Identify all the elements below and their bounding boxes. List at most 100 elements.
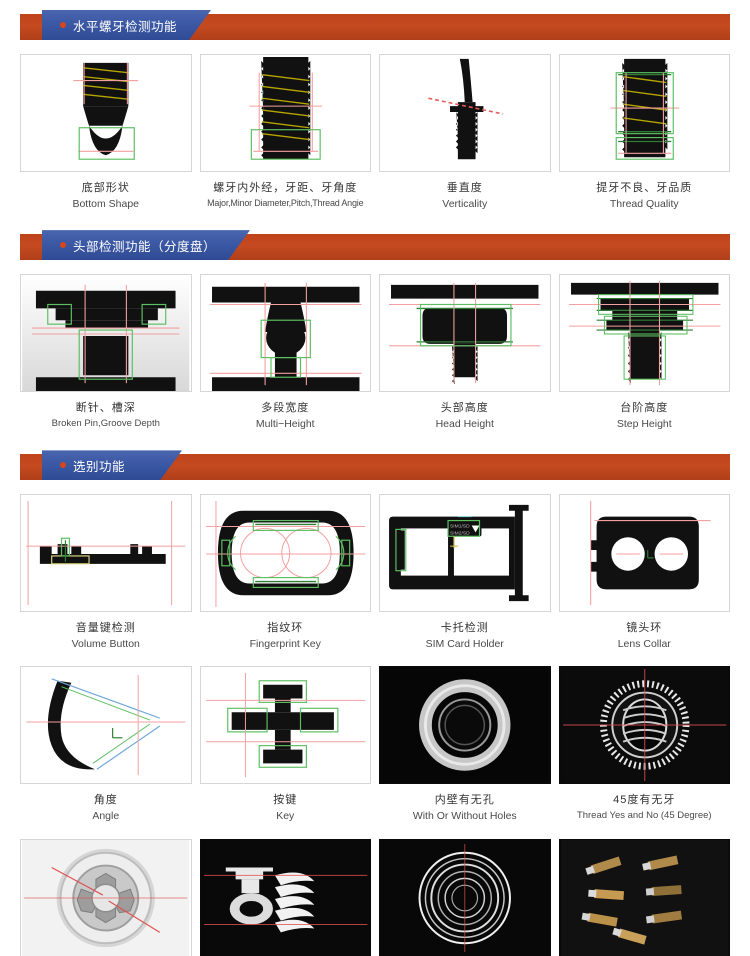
caption-cn: 内壁有无孔 (434, 794, 495, 807)
caption-cn: 垂直度 (446, 182, 483, 194)
caption-en: Lens Collar (617, 638, 671, 651)
thumbnail-volume-button (20, 494, 192, 613)
thumbnail-bottom-shape (20, 54, 192, 172)
art-screw-bottom (73, 62, 139, 160)
spacer-after-header-2 (0, 260, 750, 274)
art-key-part (205, 673, 365, 778)
art-fingerprint-ring (205, 501, 365, 608)
cell-thread-major-minor[interactable]: 螺牙内外经，牙距、牙角度 Major,Minor Diameter,Pitch,… (199, 54, 371, 212)
caption-en: Fingerprint Key (249, 638, 321, 651)
bullet-dot-icon (60, 22, 66, 28)
cell-fingerprint-key[interactable]: 指纹环 Fingerprint Key (199, 494, 372, 652)
section-2-row-1: 断针、槽深 Broken Pin,Groove Depth 多段宽度 Multi… (20, 274, 730, 432)
caption-head-height: 头部高度 Head Height (379, 392, 551, 432)
art-step-height (568, 281, 720, 386)
art-lens-collar (589, 501, 711, 606)
thumbnail-step-height (558, 274, 730, 393)
cell-internal-thread-360[interactable]: 360° 内螺纹牙伤 360 Degree Internal Thread In… (379, 838, 551, 956)
caption-en: Step Height (616, 418, 672, 431)
bullet-dot-icon (60, 462, 66, 468)
spacer-after-header-1 (0, 40, 750, 54)
art-nail-verticality (428, 58, 504, 160)
catalog-page: 水平螺牙检测功能 底部形状 Bottom Shape 螺牙内外经，牙距、牙角度 … (0, 0, 750, 956)
cell-thread-quality[interactable]: 提牙不良、牙品质 Thread Quality (558, 54, 730, 212)
caption-verticality: 垂直度 Verticality (379, 172, 551, 212)
art-screw-quality (609, 58, 679, 160)
spacer-section-3-row-2 (0, 652, 750, 666)
caption-multi-height: 多段宽度 Multi−Height (200, 392, 372, 432)
thumbnail-key (199, 666, 371, 785)
cell-broken-pin[interactable]: 断针、槽深 Broken Pin,Groove Depth (20, 274, 192, 432)
section-1-row-1: 底部形状 Bottom Shape 螺牙内外经，牙距、牙角度 Major,Min… (20, 54, 730, 212)
caption-lens-collar: 镜头环 Lens Collar (559, 612, 731, 652)
caption-cn: 螺牙内外经，牙距、牙角度 (213, 182, 358, 194)
spacer-after-header-3 (0, 480, 750, 494)
cell-color-recognition[interactable]: 颜色识别 Color Recognition (558, 838, 730, 956)
caption-en: Thread Quality (609, 197, 679, 210)
art-thread-injury-360 (201, 839, 369, 956)
thumbnail-internal-thread-360 (379, 838, 551, 956)
caption-cn: 卡托检测 (440, 622, 489, 635)
caption-broken-pin: 断针、槽深 Broken Pin,Groove Depth (20, 392, 192, 431)
art-color-recognition (560, 839, 728, 956)
art-multi-height (209, 283, 361, 392)
caption-cn: 按键 (273, 794, 298, 807)
thumbnail-verticality (379, 54, 551, 172)
caption-bottom-shape: 底部形状 Bottom Shape (20, 172, 192, 212)
section-tab-2: 头部检测功能（分度盘） (42, 230, 250, 260)
section-header-head-inspection: 头部检测功能（分度盘） (20, 234, 730, 261)
caption-en: Head Height (435, 418, 494, 431)
cell-inner-holes[interactable]: 内壁有无孔 With Or Without Holes (379, 666, 551, 824)
cell-thread-45[interactable]: 45度有无牙 Thread Yes and No (45 Degree) (558, 666, 731, 824)
caption-fingerprint-key: 指纹环 Fingerprint Key (200, 612, 372, 652)
art-sim-tray: SIM1/SD SIM2/SD (389, 505, 529, 602)
cell-sim-card-holder[interactable]: SIM1/SD SIM2/SD 卡托检测 SIM Card Holder (379, 494, 551, 652)
caption-volume-button: 音量键检测 Volume Button (20, 612, 192, 652)
section-3-row-1: 音量键检测 Volume Button 指纹环 Fingerprint Key … (20, 494, 730, 652)
thumbnail-angle (20, 666, 192, 785)
caption-sim-card-holder: 卡托检测 SIM Card Holder (379, 612, 551, 652)
art-broken-pin (22, 275, 190, 392)
thumbnail-thread-45 (558, 666, 730, 785)
cell-step-height[interactable]: 台阶高度 Step Height (558, 274, 731, 432)
thumbnail-head-crack (20, 838, 192, 956)
section-header-horizontal-thread-inspection: 水平螺牙检测功能 (20, 14, 730, 40)
cell-lens-collar[interactable]: 镜头环 Lens Collar (558, 494, 731, 652)
caption-thread-45: 45度有无牙 Thread Yes and No (45 Degree) (559, 784, 731, 823)
cell-multi-height[interactable]: 多段宽度 Multi−Height (199, 274, 372, 432)
cell-head-crack[interactable]: 头部裂痕 Head Crack (20, 838, 192, 956)
thumbnail-sim-card-holder: SIM1/SD SIM2/SD (379, 494, 551, 613)
thumbnail-thread-injury-360 (199, 838, 371, 956)
caption-en: Angle (92, 810, 120, 823)
caption-key: 按键 Key (200, 784, 372, 824)
art-head-crack (22, 839, 190, 956)
cell-angle[interactable]: 角度 Angle (20, 666, 192, 824)
art-head-height (389, 283, 541, 385)
thumbnail-lens-collar (558, 494, 730, 613)
caption-angle: 角度 Angle (20, 784, 192, 824)
caption-step-height: 台阶高度 Step Height (559, 392, 731, 432)
cell-volume-button[interactable]: 音量键检测 Volume Button (20, 494, 192, 652)
cell-key[interactable]: 按键 Key (199, 666, 372, 824)
caption-cn: 头部高度 (440, 402, 489, 415)
caption-inner-holes: 内壁有无孔 With Or Without Holes (379, 784, 551, 824)
caption-cn: 指纹环 (267, 622, 304, 635)
cell-head-height[interactable]: 头部高度 Head Height (379, 274, 551, 432)
caption-en: Bottom Shape (72, 197, 140, 210)
thumbnail-thread-quality (558, 54, 730, 172)
art-inner-hole-ring (381, 667, 549, 784)
section-tab-1: 水平螺牙检测功能 (42, 10, 211, 40)
caption-cn: 音量键检测 (75, 622, 136, 635)
caption-en: Major,Minor Diameter,Pitch,Thread Angie (207, 197, 364, 208)
cell-verticality[interactable]: 垂直度 Verticality (379, 54, 551, 212)
thumbnail-broken-pin (20, 274, 192, 393)
art-internal-thread-360 (381, 839, 549, 956)
art-thread-45-ring (560, 667, 728, 784)
art-screw-thread-major (248, 56, 322, 160)
cell-bottom-shape[interactable]: 底部形状 Bottom Shape (20, 54, 192, 212)
section-title-1: 水平螺牙检测功能 (73, 19, 178, 34)
caption-cn: 底部形状 (81, 182, 130, 194)
section-tab-3: 选别功能 (42, 450, 182, 480)
cell-thread-injury-360[interactable]: 360度牙伤 360 Degree Thread Injury (199, 838, 371, 956)
caption-cn: 台阶高度 (620, 402, 669, 415)
